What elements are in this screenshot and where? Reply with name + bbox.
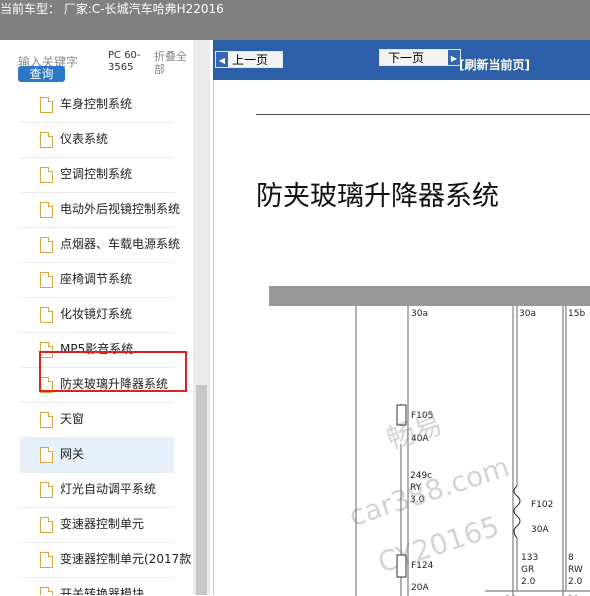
tree-item-label: 空调控制系统: [60, 167, 133, 181]
document-icon: [40, 237, 53, 253]
tree-item-label: 电动外后视镜控制系统: [60, 202, 181, 216]
fuse-f102-symbol: [513, 485, 521, 539]
document-viewer: ◀ 上一页 下一页 ▶ [刷新当前页] 防夹玻璃升降器系统 30a 30a 15…: [213, 40, 590, 596]
prev-page-button[interactable]: ◀ 上一页: [215, 51, 283, 68]
tree-item[interactable]: 车身控制系统: [20, 88, 174, 123]
document-icon: [40, 447, 53, 463]
title-rule: [256, 114, 590, 115]
wire2-a: 133: [521, 553, 538, 563]
sidebar: 查询 PC 60-3565 折叠全部 车身控制系统仪表系统空调控制系统电动外后视…: [0, 40, 210, 595]
next-page-label: 下一页: [388, 51, 425, 65]
wire3-a: 8: [568, 553, 574, 563]
wire3-b: RW: [568, 565, 583, 575]
collapse-all-link[interactable]: 折叠全部: [154, 50, 194, 76]
fuse2-name: F102: [531, 500, 553, 510]
fuse2-amp: 30A: [531, 525, 549, 535]
arrow-left-icon: ◀: [216, 52, 228, 67]
tree-item-label: 网关: [60, 447, 85, 461]
wire2-b: GR: [521, 565, 534, 575]
document-icon: [40, 272, 53, 288]
tree-item-label: 车身控制系统: [60, 97, 133, 111]
col1-label: 30a: [411, 309, 428, 319]
document-icon: [40, 307, 53, 323]
document-icon: [40, 132, 53, 148]
tree-item[interactable]: 网关: [20, 438, 174, 473]
search-button[interactable]: 查询: [18, 66, 65, 82]
document-icon: [40, 587, 53, 595]
tree-item[interactable]: 变速器控制单元: [20, 508, 174, 543]
tree-item[interactable]: 仪表系统: [20, 123, 174, 158]
document-icon: [40, 482, 53, 498]
tree-item-label: 点烟器、车载电源系统: [60, 237, 181, 251]
prev-page-label: 上一页: [232, 53, 269, 67]
header-bar: 当前车型： 厂家:C-长城汽车哈弗H22016: [0, 0, 590, 40]
col3-label: 15b: [568, 309, 585, 319]
document-icon: [40, 517, 53, 533]
tree-item[interactable]: 电动外后视镜控制系统: [20, 193, 180, 228]
current-car-model: 当前车型： 厂家:C-长城汽车哈弗H22016: [0, 2, 224, 16]
tree-item-label: 天窗: [60, 412, 85, 426]
tree-item[interactable]: 开关转换器模块: [20, 578, 174, 595]
diagram-header-bar: [269, 286, 590, 306]
next-page-button[interactable]: 下一页 ▶: [379, 49, 461, 66]
document-icon: [40, 202, 53, 218]
document-icon: [40, 552, 53, 568]
tree-item[interactable]: 变速器控制单元(2017款: [20, 543, 191, 578]
tree-item-label: 座椅调节系统: [60, 272, 133, 286]
tree-item-label: 开关转换器模块: [60, 587, 145, 595]
document-icon: [40, 412, 53, 428]
model-code: PC 60-3565: [108, 50, 141, 73]
tree-item[interactable]: 点烟器、车载电源系统: [20, 228, 180, 263]
tree-item[interactable]: 灯光自动调平系统: [20, 473, 174, 508]
viewer-toolbar: ◀ 上一页 下一页 ▶ [刷新当前页]: [213, 40, 590, 80]
tree-item[interactable]: 座椅调节系统: [20, 263, 174, 298]
wire3-c: 2.0: [568, 577, 583, 587]
tree-item[interactable]: 空调控制系统: [20, 158, 174, 193]
highlight-box: [39, 351, 187, 392]
system-tree: 车身控制系统 仪表系统空调控制系统电动外后视镜控制系统 点烟器、车载电源系统 座椅调节…: [20, 88, 191, 595]
refresh-page-link[interactable]: [刷新当前页]: [459, 58, 530, 72]
tree-item[interactable]: 化妆镜灯系统: [20, 298, 174, 333]
sidebar-scrollbar-thumb[interactable]: [196, 385, 207, 595]
document-page: 防夹玻璃升降器系统 30a 30a 15b F105 40A 249c RY 3…: [213, 80, 590, 596]
document-icon: [40, 97, 53, 113]
wire2-c: 2.0: [521, 577, 536, 587]
tree-item-label: 灯光自动调平系统: [60, 482, 157, 496]
document-icon: [40, 167, 53, 183]
document-title: 防夹玻璃升降器系统: [256, 181, 499, 212]
fuse3-amp: 20A: [411, 583, 429, 593]
tree-item-label: 化妆镜灯系统: [60, 307, 133, 321]
tree-item-label: 变速器控制单元: [60, 517, 145, 531]
tree-item-label: 变速器控制单元(2017款: [60, 552, 192, 566]
tree-item[interactable]: 天窗: [20, 403, 174, 438]
tree-item-label: 仪表系统: [60, 132, 109, 146]
col2-label: 30a: [519, 309, 536, 319]
